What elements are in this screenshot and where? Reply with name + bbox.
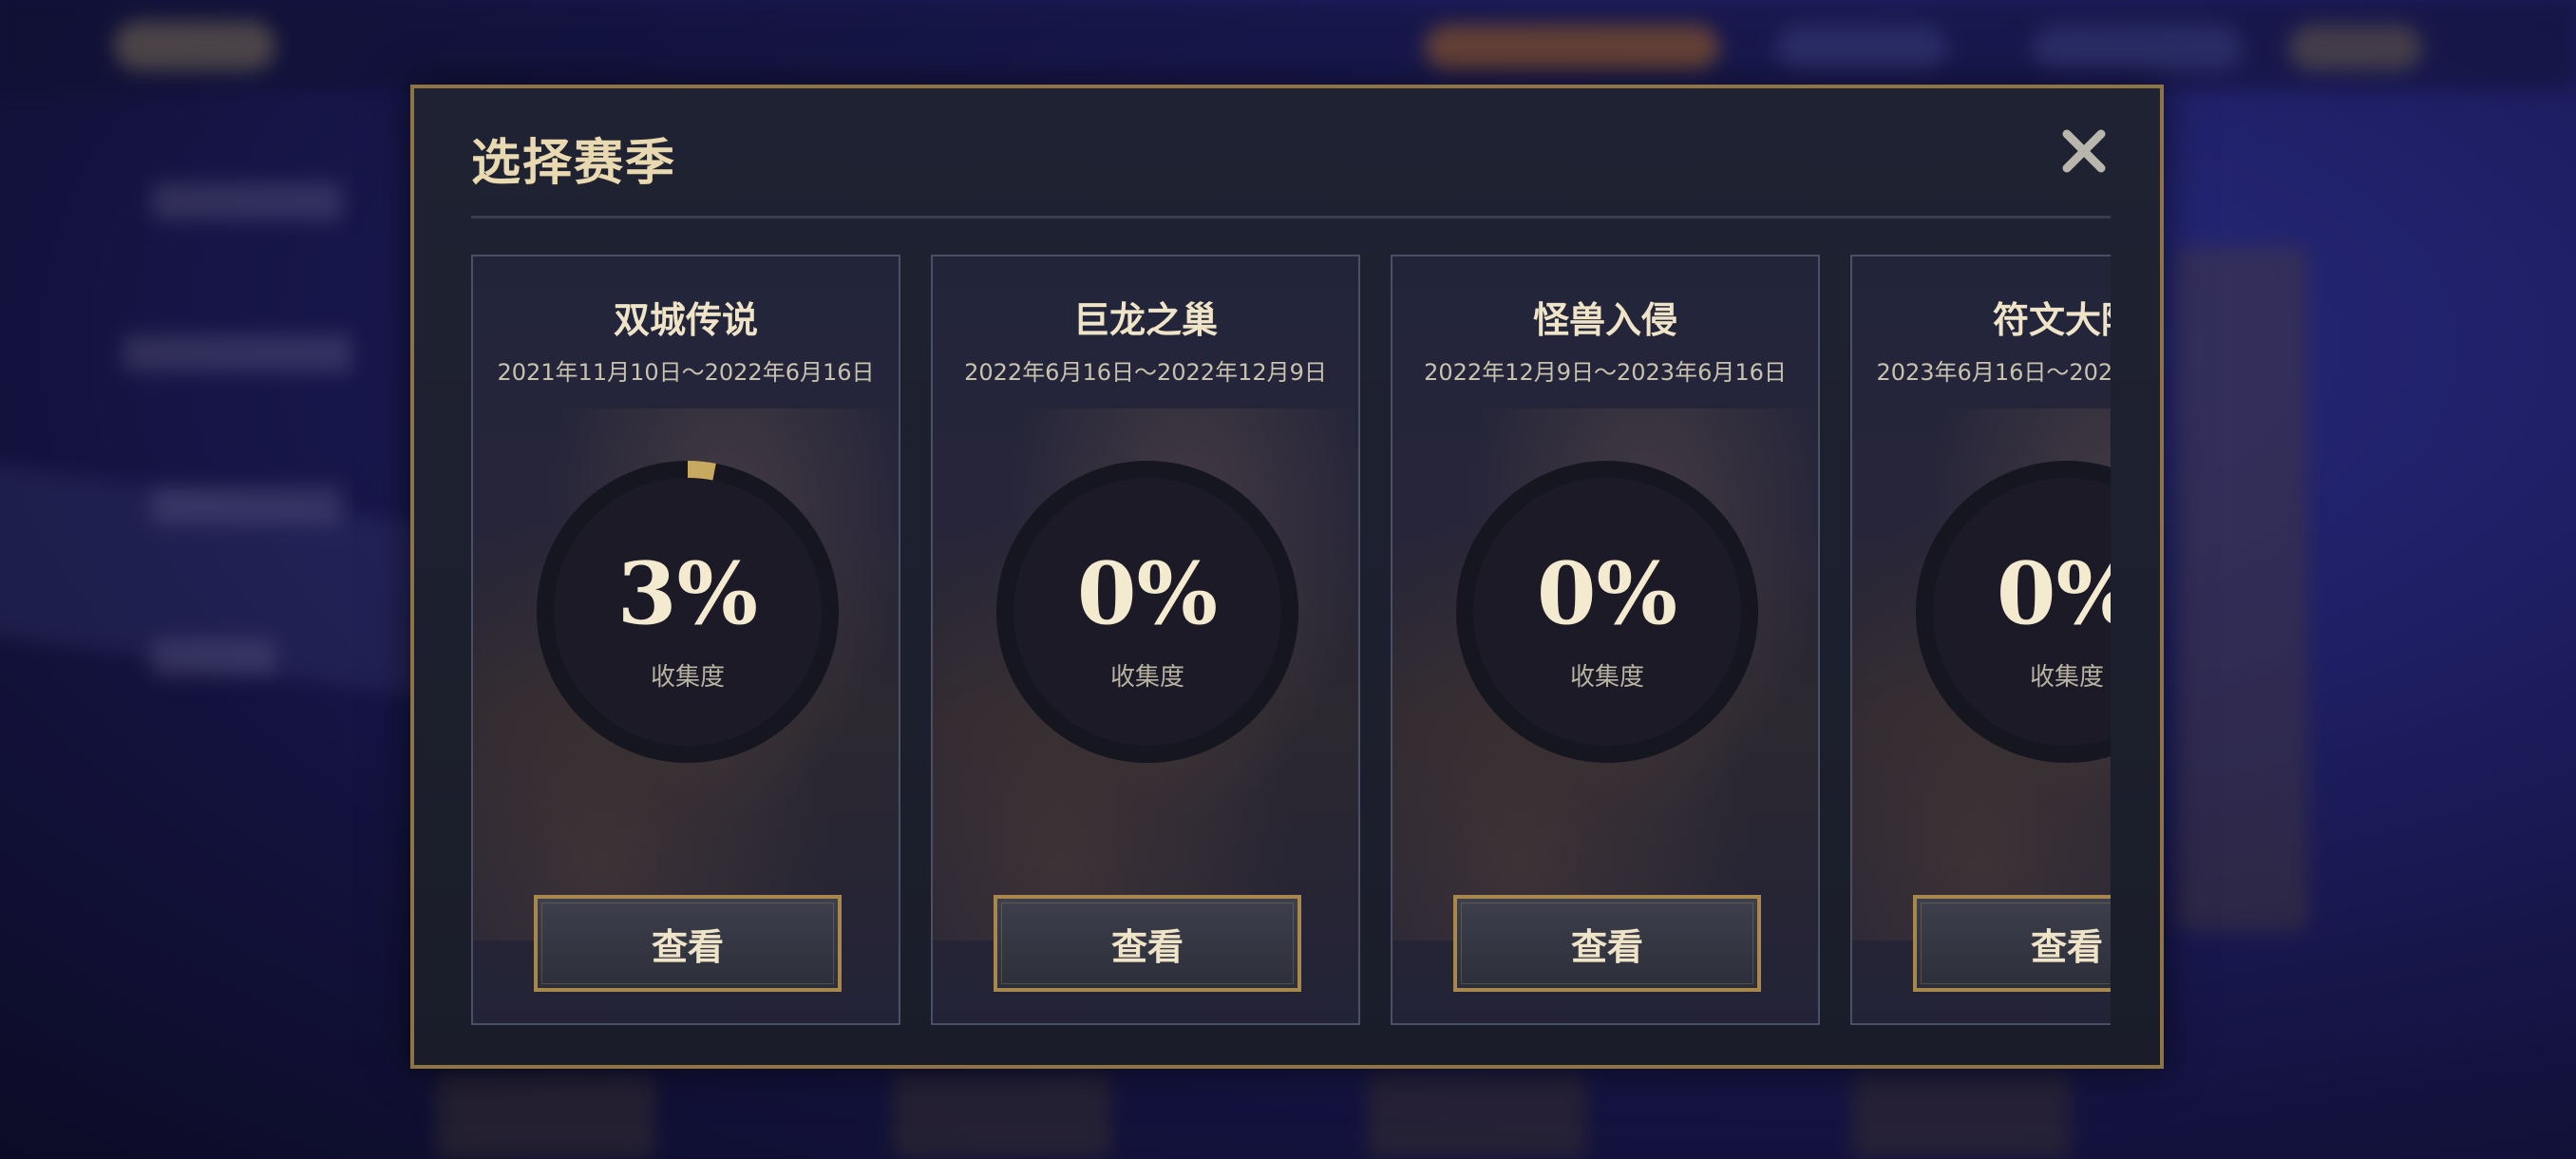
view-button[interactable]: 查看: [994, 895, 1301, 992]
progress-ring: 3% 收集度: [534, 458, 842, 766]
dialog-title: 选择赛季: [471, 135, 677, 192]
title-divider: [471, 216, 2111, 218]
progress-value: 3%: [616, 543, 759, 644]
progress-label: 收集度: [1109, 663, 1184, 692]
season-name: 符文大陆: [1992, 299, 2111, 341]
season-card[interactable]: 怪兽入侵 2022年12月9日～2023年6月16日 0% 收集度 查看: [1391, 255, 1820, 1025]
season-dates: 2022年6月16日～2022年12月9日: [964, 359, 1327, 386]
season-card[interactable]: 符文大陆 2023年6月16日～2023年11月16日 0% 收集度 查看: [1850, 255, 2111, 1025]
season-dates: 2022年12月9日～2023年6月16日: [1424, 359, 1787, 386]
close-button[interactable]: [2057, 124, 2111, 178]
season-card[interactable]: 双城传说 2021年11月10日～2022年6月16日 3% 收集度 查看: [471, 255, 900, 1025]
progress-ring: 0% 收集度: [1913, 458, 2111, 766]
progress-label: 收集度: [2029, 663, 2104, 692]
progress-value: 0%: [1536, 543, 1678, 644]
progress-value: 0%: [1996, 543, 2111, 644]
progress-label: 收集度: [1569, 663, 1644, 692]
progress-ring: 0% 收集度: [1453, 458, 1761, 766]
season-name: 怪兽入侵: [1532, 299, 1677, 341]
view-button[interactable]: 查看: [1913, 895, 2111, 992]
season-card[interactable]: 巨龙之巢 2022年6月16日～2022年12月9日 0% 收集度 查看: [931, 255, 1360, 1025]
ring-progress-arc: [687, 461, 716, 481]
season-name: 双城传说: [613, 299, 758, 341]
view-button[interactable]: 查看: [534, 895, 842, 992]
close-icon: [2062, 129, 2106, 173]
view-button[interactable]: 查看: [1453, 895, 1761, 992]
season-select-dialog: 选择赛季 双城传说 2021年11月10日～2022年6月16日 3% 收集度 …: [410, 85, 2164, 1069]
season-dates: 2021年11月10日～2022年6月16日: [497, 359, 875, 386]
progress-label: 收集度: [650, 663, 725, 692]
season-name: 巨龙之巢: [1072, 299, 1218, 341]
progress-ring: 0% 收集度: [994, 458, 1301, 766]
season-dates: 2023年6月16日～2023年11月16日: [1876, 359, 2111, 386]
progress-value: 0%: [1076, 543, 1219, 644]
season-card-list[interactable]: 双城传说 2021年11月10日～2022年6月16日 3% 收集度 查看 巨龙…: [471, 255, 2111, 1029]
